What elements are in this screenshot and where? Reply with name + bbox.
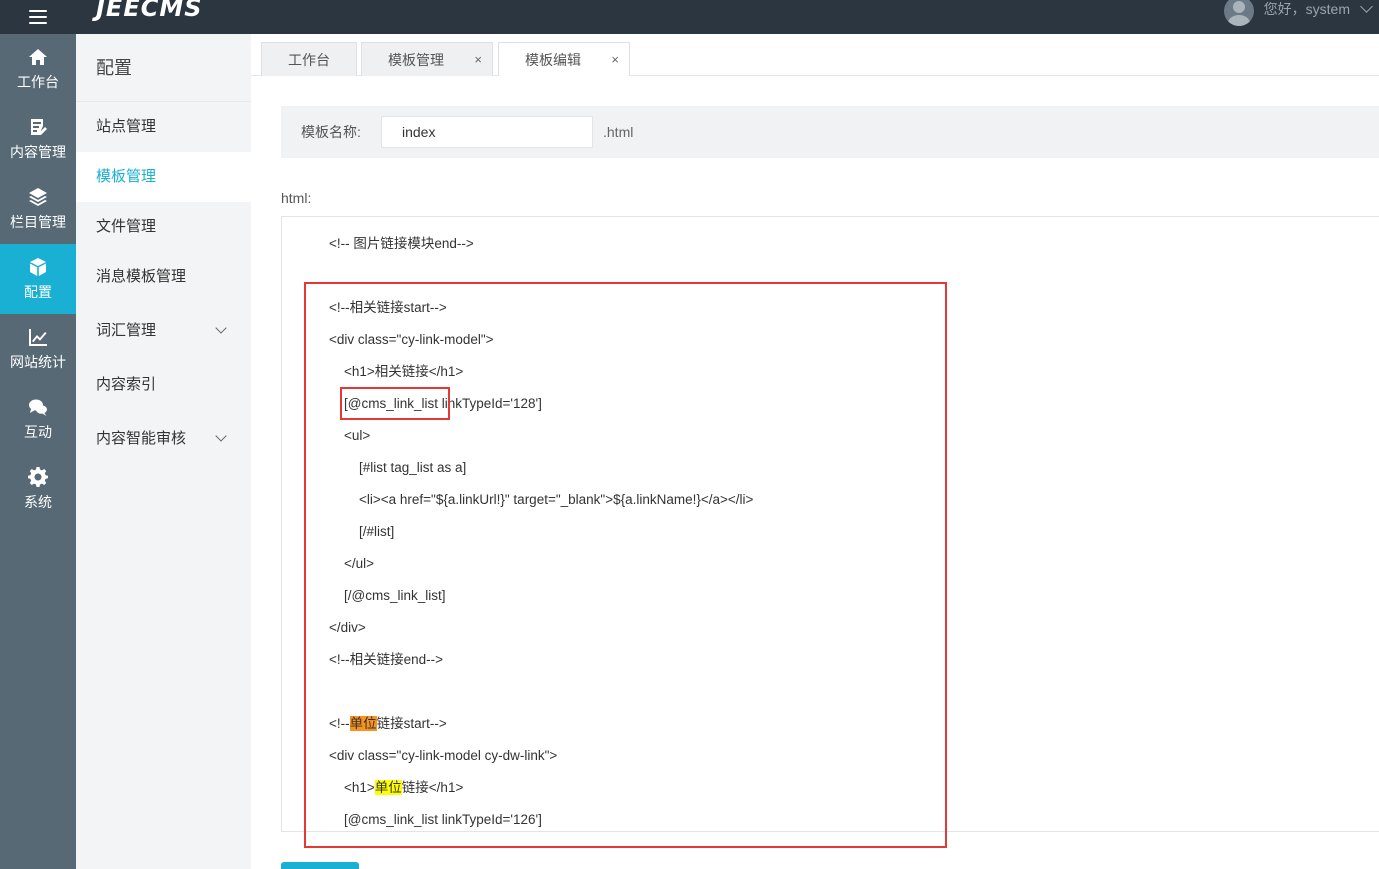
gear-icon (27, 466, 49, 488)
menu-toggle-button[interactable] (0, 0, 76, 34)
tab-template-manage[interactable]: 模板管理 × (361, 42, 493, 76)
code-line: </ul> (329, 556, 375, 571)
code-text: <!-- (329, 716, 350, 731)
submenu-item-label: 文件管理 (96, 218, 157, 235)
tab-label: 模板编辑 (525, 52, 581, 68)
template-name-row: 模板名称: .html (281, 106, 1379, 158)
nav-label: 配置 (24, 284, 52, 300)
code-line: <!--相关链接start--> (329, 300, 447, 315)
search-highlight-current: 单位 (349, 716, 377, 731)
tab-template-edit[interactable]: 模板编辑 × (498, 42, 630, 77)
code-line: <li><a href="${a.linkUrl!}" target="_bla… (329, 492, 754, 507)
submenu-item-message-template[interactable]: 消息模板管理 (76, 252, 251, 302)
code-line: [/#list] (329, 524, 395, 539)
submenu-item-label: 内容智能审核 (96, 430, 187, 447)
submenu-item-vocabulary[interactable]: 词汇管理 (76, 302, 251, 360)
code-line: <!--相关链接end--> (329, 652, 444, 667)
avatar[interactable] (1223, 0, 1254, 26)
chevron-down-icon[interactable] (215, 322, 227, 334)
top-header: JEECMS 您好，system (0, 0, 1379, 34)
tab-label: 工作台 (288, 52, 330, 68)
nav-item-channel[interactable]: 栏目管理 (0, 174, 76, 244)
save-button[interactable] (281, 862, 359, 869)
submenu-item-content-audit[interactable]: 内容智能审核 (76, 410, 251, 468)
submenu-item-template[interactable]: 模板管理 (76, 152, 251, 202)
code-line: <div class="cy-link-model"> (329, 332, 494, 347)
submenu-item-site[interactable]: 站点管理 (76, 102, 251, 152)
template-name-label: 模板名称: (301, 124, 361, 140)
user-greeting[interactable]: 您好，system (1264, 0, 1350, 19)
close-icon[interactable]: × (611, 43, 619, 77)
code-line: </div> (329, 620, 366, 635)
layers-icon (27, 186, 49, 208)
app-logo: JEECMS (96, 0, 203, 22)
cube-icon (27, 256, 49, 278)
secondary-menu: 配置 站点管理 模板管理 文件管理 消息模板管理 词汇管理 内容索引 内容智能审… (76, 34, 251, 869)
nav-label: 工作台 (17, 74, 59, 90)
code-line: [@cms_link_list linkTypeId='126'] (329, 812, 542, 827)
template-name-suffix: .html (603, 124, 634, 140)
code-text: <h1> (329, 780, 375, 795)
nav-item-content[interactable]: 内容管理 (0, 104, 76, 174)
main-content: 模板名称: .html html: <!-- 图片链接模块end--> <!--… (251, 76, 1379, 869)
nav-item-config[interactable]: 配置 (0, 244, 76, 314)
code-text: 链接start--> (376, 716, 447, 731)
tab-bar: 工作台 模板管理 × 模板编辑 × (251, 34, 1379, 77)
code-line: [#list tag_list as a] (329, 460, 467, 475)
code-line: <ul> (329, 428, 371, 443)
close-icon[interactable]: × (474, 43, 482, 77)
nav-label: 栏目管理 (10, 214, 66, 230)
code-text: 链接</h1> (401, 780, 464, 795)
search-highlight: 单位 (374, 780, 402, 795)
nav-label: 网站统计 (10, 354, 66, 370)
chevron-down-icon[interactable] (1360, 0, 1373, 13)
chat-bubbles-icon (27, 396, 49, 418)
code-line: <div class="cy-link-model cy-dw-link"> (329, 748, 558, 763)
submenu-item-file[interactable]: 文件管理 (76, 202, 251, 252)
code-line: [@cms_link_list linkTypeId='128'] (329, 396, 542, 411)
html-label: html: (281, 190, 312, 206)
hamburger-icon (29, 10, 47, 24)
nav-item-interaction[interactable]: 互动 (0, 384, 76, 454)
code-editor[interactable]: <!-- 图片链接模块end--> <!--相关链接start--> <div … (281, 216, 1379, 832)
nav-item-statistics[interactable]: 网站统计 (0, 314, 76, 384)
submenu-item-label: 模板管理 (96, 168, 157, 185)
nav-label: 互动 (24, 424, 52, 440)
code-line: [/@cms_link_list] (329, 588, 446, 603)
submenu-item-content-index[interactable]: 内容索引 (76, 360, 251, 410)
code-line: <h1>相关链接</h1> (329, 364, 464, 379)
nav-label: 内容管理 (10, 144, 66, 160)
code-line: <!--单位链接start--> (329, 714, 447, 734)
home-icon (27, 46, 49, 68)
primary-nav: 工作台 内容管理 栏目管理 配置 网站统计 互动 系统 (0, 34, 76, 869)
template-name-input[interactable] (381, 116, 593, 148)
nav-item-system[interactable]: 系统 (0, 454, 76, 524)
document-edit-icon (27, 116, 49, 138)
nav-item-workbench[interactable]: 工作台 (0, 34, 76, 104)
user-menu[interactable]: 您好，system (1223, 0, 1379, 34)
tab-workbench[interactable]: 工作台 (261, 42, 357, 76)
line-chart-icon (27, 326, 49, 348)
code-line: <h1>单位链接</h1> (329, 778, 463, 798)
submenu-item-label: 内容索引 (96, 376, 157, 393)
tab-label: 模板管理 (388, 52, 444, 68)
submenu-item-label: 词汇管理 (96, 322, 157, 339)
submenu-title: 配置 (76, 34, 251, 102)
nav-label: 系统 (24, 494, 52, 510)
submenu-item-label: 消息模板管理 (96, 268, 187, 285)
code-line: <!-- 图片链接模块end--> (329, 236, 474, 251)
submenu-item-label: 站点管理 (96, 118, 157, 135)
chevron-down-icon[interactable] (215, 430, 227, 442)
